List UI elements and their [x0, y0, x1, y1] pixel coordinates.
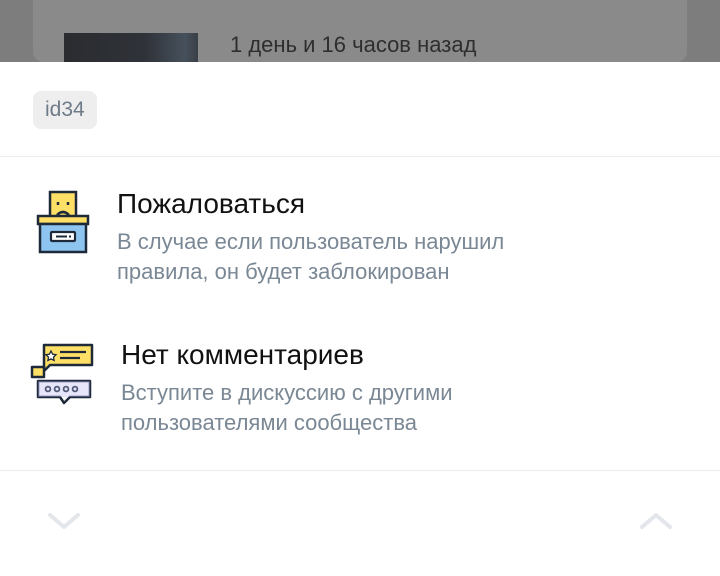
- report-description-line2: правила, он будет заблокирован: [117, 259, 450, 284]
- chevron-down-icon: [47, 511, 81, 536]
- report-user-item[interactable]: Пожаловаться В случае если пользователь …: [0, 174, 720, 294]
- report-title: Пожаловаться: [117, 188, 306, 219]
- background-timestamp: 1 день и 16 часов назад: [230, 32, 477, 57]
- divider-bottom: [0, 470, 720, 471]
- background-thumbnail: [64, 33, 198, 62]
- chevron-up-icon: [639, 511, 673, 536]
- report-description-line1: В случае если пользователь нарушил: [117, 229, 505, 254]
- comments-title: Нет комментариев: [121, 339, 364, 370]
- complaint-box-icon: [34, 190, 92, 261]
- comments-item[interactable]: Нет комментариев Вступите в дискуссию с …: [0, 325, 720, 445]
- comments-description: Вступите в дискуссию с другими пользоват…: [121, 378, 621, 438]
- background-overlay[interactable]: 1 день и 16 часов назад: [0, 0, 720, 62]
- comments-description-line2: пользователями сообщества: [121, 410, 418, 435]
- next-button[interactable]: [634, 508, 678, 538]
- chat-bubbles-icon: [30, 343, 96, 412]
- report-description: В случае если пользователь нарушил прави…: [117, 227, 617, 287]
- comments-description-line1: Вступите в дискуссию с другими: [121, 380, 453, 405]
- prev-button[interactable]: [42, 508, 86, 538]
- user-id-chip[interactable]: id34: [33, 91, 97, 129]
- divider-top: [0, 156, 720, 157]
- action-sheet: id34 Пожаловаться В случае если пользова…: [0, 62, 720, 576]
